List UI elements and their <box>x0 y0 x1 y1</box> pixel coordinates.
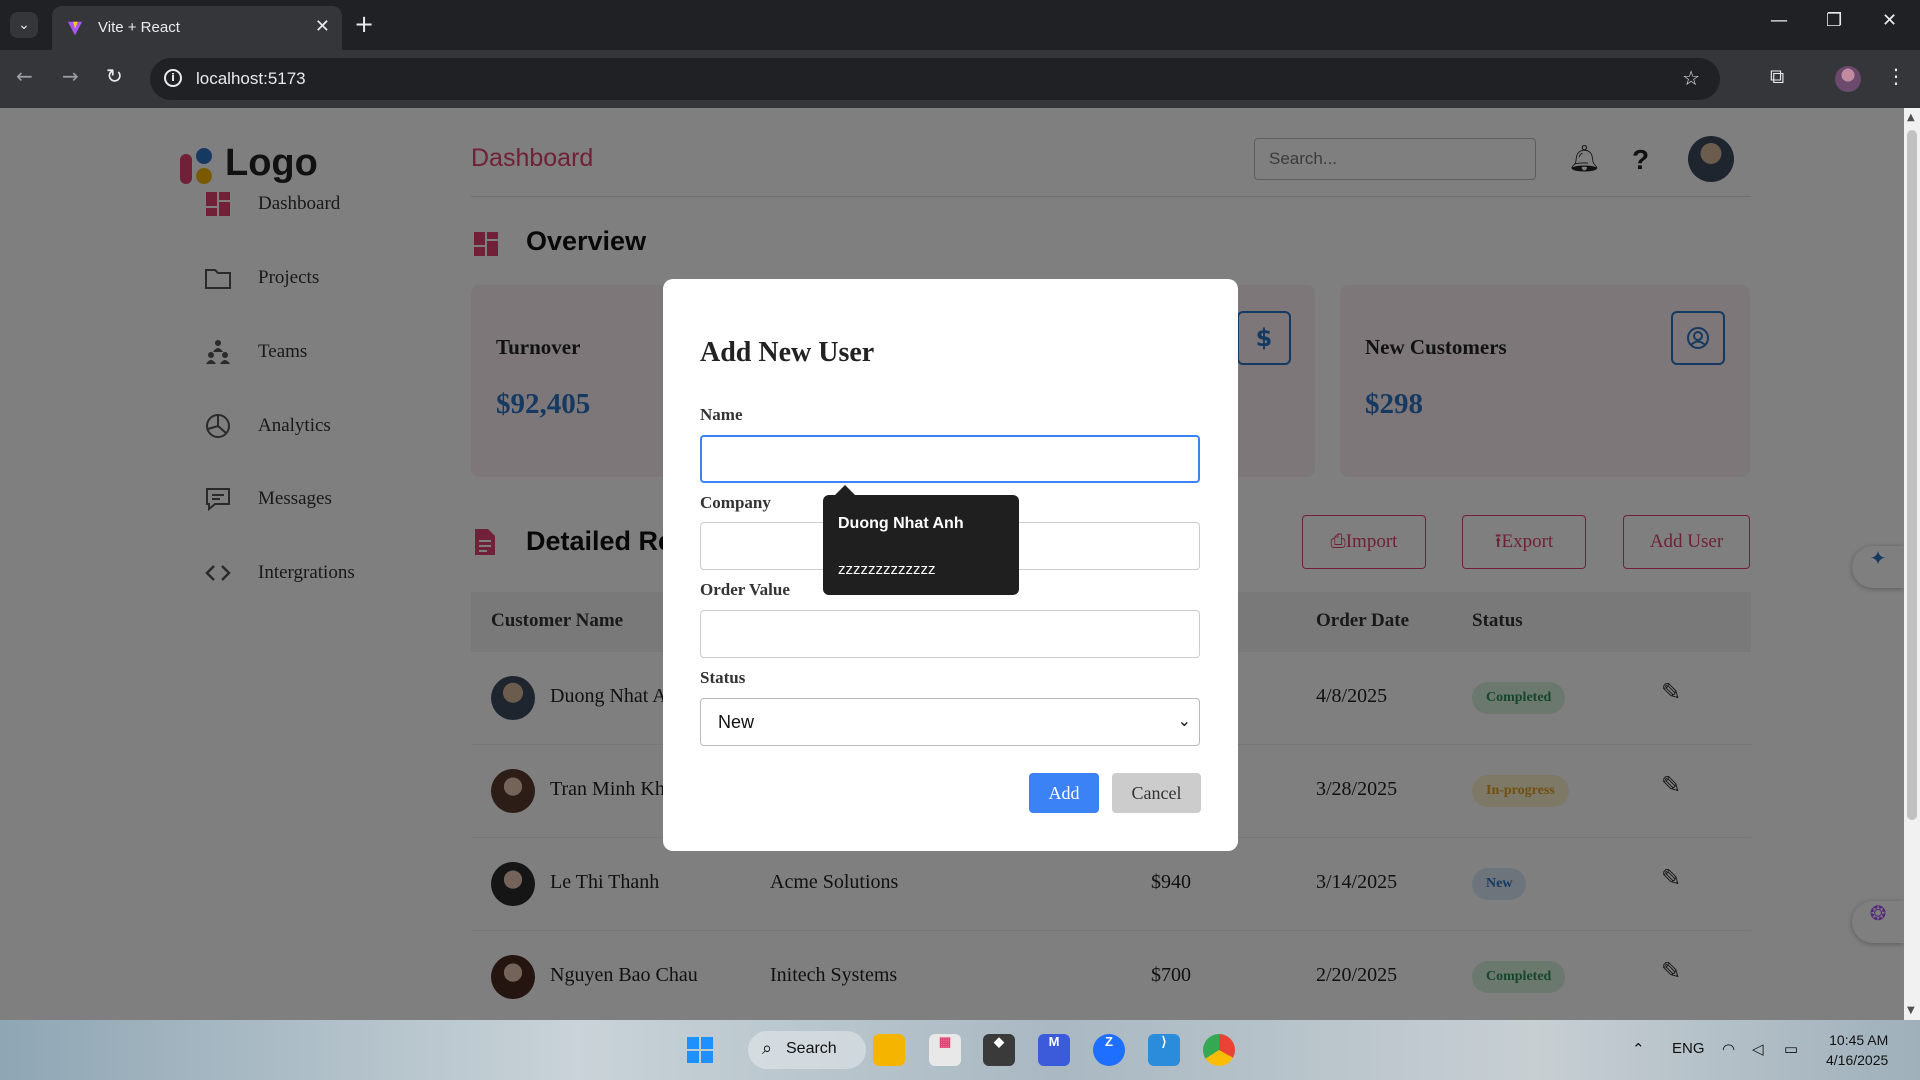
app-page: Logo Dashboard Projects Teams Analytics <box>0 108 1904 1020</box>
clock-time: 10:45 AM <box>1829 1032 1889 1048</box>
battery-icon[interactable]: ▭ <box>1784 1040 1798 1058</box>
window-close-icon[interactable]: ✕ <box>1882 10 1897 31</box>
cancel-button[interactable]: Cancel <box>1112 773 1201 813</box>
close-tab-icon[interactable]: ✕ <box>315 16 330 37</box>
status-label: Status <box>700 668 746 687</box>
vite-icon <box>67 21 83 36</box>
autofill-suggestion[interactable]: Duong Nhat Anh zzzzzzzzzzzzz <box>823 485 1019 595</box>
windows-start-icon[interactable] <box>686 1036 714 1064</box>
profile-avatar[interactable] <box>1835 66 1861 92</box>
status-select[interactable]: New ⌄ <box>700 698 1200 746</box>
clock-date: 4/16/2025 <box>1826 1052 1889 1068</box>
app-icon[interactable]: ◆ <box>983 1034 1015 1066</box>
tooltip-arrow <box>835 485 855 495</box>
scroll-down-icon[interactable]: ▼ <box>1907 1005 1915 1016</box>
extensions-icon[interactable]: ⧉ <box>1770 64 1784 88</box>
back-icon[interactable]: ← <box>16 64 33 88</box>
vscode-icon[interactable]: ⟩ <box>1148 1034 1180 1066</box>
taskbar-search-label: Search <box>786 1040 837 1057</box>
tab-title: Vite + React <box>98 19 180 36</box>
file-explorer-icon[interactable] <box>873 1034 905 1066</box>
status-select-value: New <box>718 712 755 732</box>
minimize-icon[interactable]: — <box>1770 10 1788 31</box>
suggestion-value: zzzzzzzzzzzzz <box>838 561 936 578</box>
app-m-icon[interactable]: M <box>1038 1034 1070 1066</box>
name-input[interactable] <box>700 435 1200 483</box>
search-icon: ⌕ <box>762 1038 773 1059</box>
bookmark-star-icon[interactable]: ☆ <box>1682 66 1700 90</box>
new-tab-icon[interactable]: + <box>354 10 374 38</box>
scroll-thumb[interactable] <box>1907 130 1917 820</box>
chevron-down-icon: ⌄ <box>1177 711 1191 730</box>
company-label: Company <box>700 493 771 512</box>
taskbar-search[interactable]: ⌕ Search <box>748 1031 866 1069</box>
order-value-input[interactable] <box>700 610 1200 658</box>
suggestion-name: Duong Nhat Anh <box>838 515 964 532</box>
scroll-up-icon[interactable]: ▲ <box>1907 112 1915 123</box>
wifi-icon[interactable]: ◠ <box>1722 1040 1735 1058</box>
language-indicator[interactable]: ENG <box>1672 1040 1705 1057</box>
forward-icon[interactable]: → <box>62 64 79 88</box>
taskbar: ⌕ Search ▦ ◆ M Z ⟩ ⌃ ENG ◠ ◁ ▭ 10:45 AM … <box>0 1020 1920 1080</box>
order-value-label: Order Value <box>700 580 790 599</box>
chrome-icon[interactable] <box>1203 1034 1235 1066</box>
zalo-icon[interactable]: Z <box>1093 1034 1125 1066</box>
reload-icon[interactable]: ↻ <box>106 64 123 88</box>
add-button[interactable]: Add <box>1029 773 1099 813</box>
browser-tab[interactable]: Vite + React ✕ <box>52 6 342 50</box>
tab-search-button[interactable]: ⌄ <box>10 12 38 38</box>
name-label: Name <box>700 405 743 424</box>
tray-chevron-icon[interactable]: ⌃ <box>1632 1040 1645 1058</box>
browser-tab-strip: ⌄ Vite + React ✕ + — ❐ ✕ <box>0 0 1920 50</box>
site-info-icon[interactable]: i <box>164 69 182 87</box>
page-scrollbar[interactable]: ▲ ▼ <box>1904 108 1920 1020</box>
url-text: localhost:5173 <box>196 69 306 88</box>
restore-icon[interactable]: ❐ <box>1826 10 1842 31</box>
modal-title: Add New User <box>700 337 875 368</box>
browser-menu-icon[interactable]: ⋮ <box>1886 64 1906 88</box>
store-icon[interactable]: ▦ <box>929 1034 961 1066</box>
volume-icon[interactable]: ◁ <box>1752 1040 1764 1058</box>
address-bar[interactable]: i localhost:5173 ☆ <box>150 58 1720 100</box>
clock[interactable]: 10:45 AM 4/16/2025 <box>1826 1030 1888 1070</box>
browser-toolbar: ← → ↻ i localhost:5173 ☆ ⧉ ⋮ <box>0 50 1920 108</box>
